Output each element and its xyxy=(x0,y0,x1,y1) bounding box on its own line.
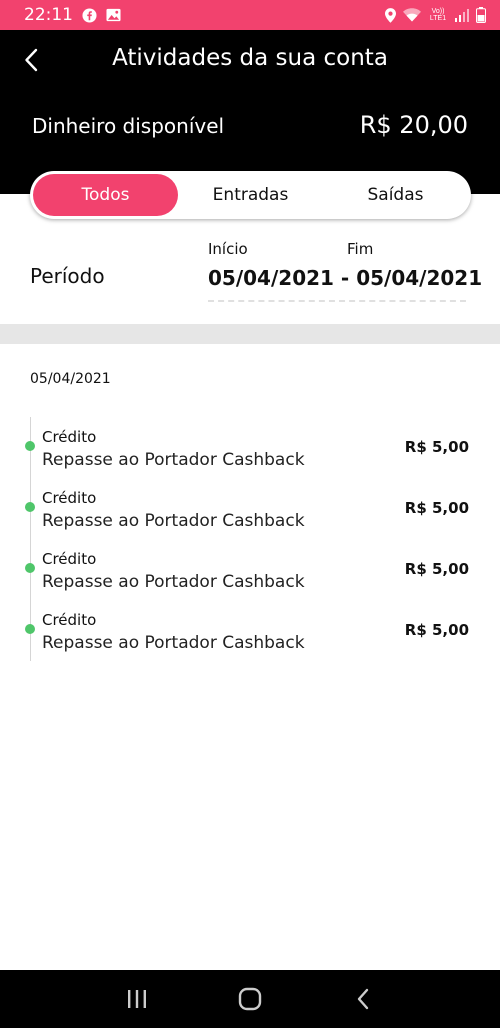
signal-icon xyxy=(455,8,469,22)
end-date-field[interactable]: 05/04/2021 xyxy=(356,266,482,290)
transaction-description: Repasse ao Portador Cashback xyxy=(42,572,305,592)
transaction-amount: R$ 5,00 xyxy=(404,499,469,517)
wifi-icon xyxy=(403,8,421,22)
filter-tabs: Todos Entradas Saídas xyxy=(30,171,471,219)
status-time: 22:11 xyxy=(24,5,73,25)
back-nav-button[interactable] xyxy=(343,979,383,1019)
header: Atividades da sua conta Dinheiro disponí… xyxy=(0,30,500,194)
gallery-icon xyxy=(106,8,121,22)
transaction-amount: R$ 5,00 xyxy=(404,438,469,456)
date-separator: - xyxy=(340,266,350,290)
status-left: 22:11 xyxy=(24,5,121,25)
home-button[interactable] xyxy=(230,979,270,1019)
tab-entradas[interactable]: Entradas xyxy=(178,174,323,216)
section-divider xyxy=(0,324,500,344)
credit-dot xyxy=(25,441,35,451)
transaction-list: Crédito Repasse ao Portador Cashback R$ … xyxy=(0,417,500,661)
transaction-description: Repasse ao Portador Cashback xyxy=(42,450,305,470)
back-icon xyxy=(358,988,369,1010)
transaction-amount: R$ 5,00 xyxy=(404,621,469,639)
transaction-description: Repasse ao Portador Cashback xyxy=(42,511,305,531)
transaction-type: Crédito xyxy=(42,428,97,446)
transaction-description: Repasse ao Portador Cashback xyxy=(42,633,305,653)
balance-value: R$ 20,00 xyxy=(359,111,468,139)
credit-dot xyxy=(25,563,35,573)
start-date-label: Início xyxy=(208,240,248,258)
period-label: Período xyxy=(30,264,105,288)
transaction-item[interactable]: Crédito Repasse ao Portador Cashback R$ … xyxy=(0,600,500,661)
group-date: 05/04/2021 xyxy=(30,371,111,387)
transaction-item[interactable]: Crédito Repasse ao Portador Cashback R$ … xyxy=(0,478,500,539)
tab-saidas[interactable]: Saídas xyxy=(323,174,468,216)
transaction-type: Crédito xyxy=(42,611,97,629)
start-date-field[interactable]: 05/04/2021 xyxy=(208,266,334,290)
transaction-type: Crédito xyxy=(42,489,97,507)
battery-icon xyxy=(476,7,486,23)
system-nav-bar xyxy=(0,970,500,1028)
location-icon xyxy=(385,7,396,23)
credit-dot xyxy=(25,624,35,634)
status-bar: 22:11 Vo)) LTE1 xyxy=(0,0,500,30)
transaction-item[interactable]: Crédito Repasse ao Portador Cashback R$ … xyxy=(0,417,500,478)
recent-apps-button[interactable] xyxy=(117,979,157,1019)
tab-todos[interactable]: Todos xyxy=(33,174,178,216)
credit-dot xyxy=(25,502,35,512)
home-icon xyxy=(238,987,262,1011)
facebook-icon xyxy=(82,7,97,23)
date-range: 05/04/2021 - 05/04/2021 xyxy=(208,266,482,290)
end-date-label: Fim xyxy=(347,240,374,258)
network-label: Vo)) LTE1 xyxy=(429,8,447,22)
transaction-type: Crédito xyxy=(42,550,97,568)
date-underline xyxy=(208,300,466,302)
transaction-item[interactable]: Crédito Repasse ao Portador Cashback R$ … xyxy=(0,539,500,600)
page-title: Atividades da sua conta xyxy=(112,45,388,71)
recent-apps-icon xyxy=(127,990,146,1008)
status-right: Vo)) LTE1 xyxy=(385,7,486,23)
transaction-amount: R$ 5,00 xyxy=(404,560,469,578)
balance-label: Dinheiro disponível xyxy=(32,114,225,138)
